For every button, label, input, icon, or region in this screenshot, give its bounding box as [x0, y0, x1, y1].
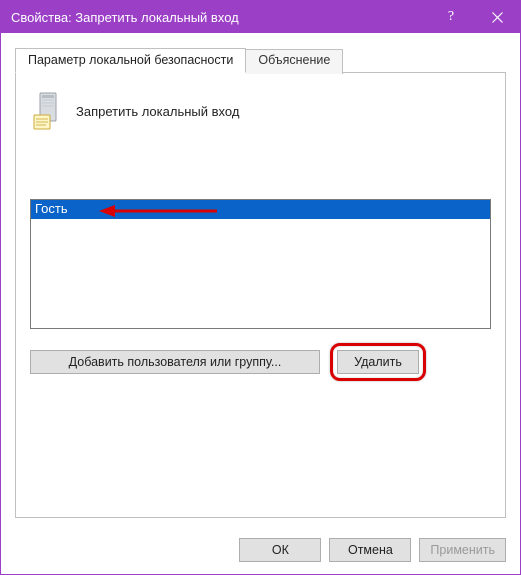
ok-button[interactable]: ОК: [239, 538, 321, 562]
users-listbox[interactable]: Гость: [30, 199, 491, 329]
list-item[interactable]: Гость: [31, 200, 490, 219]
dialog-buttons: ОК Отмена Применить: [1, 528, 520, 574]
policy-header: Запретить локальный вход: [30, 87, 491, 143]
properties-dialog: Свойства: Запретить локальный вход ? Пар…: [0, 0, 521, 575]
remove-button[interactable]: Удалить: [337, 350, 419, 374]
tab-explain[interactable]: Объяснение: [246, 49, 343, 74]
server-icon: [32, 91, 66, 131]
client-area: Параметр локальной безопасности Объяснен…: [1, 33, 520, 528]
window-title: Свойства: Запретить локальный вход: [11, 10, 428, 25]
policy-title: Запретить локальный вход: [76, 104, 239, 119]
tab-security[interactable]: Параметр локальной безопасности: [15, 48, 246, 73]
titlebar[interactable]: Свойства: Запретить локальный вход ?: [1, 1, 520, 33]
annotation-highlight: Удалить: [330, 343, 426, 381]
close-icon: [492, 12, 503, 23]
tab-panel-security: Запретить локальный вход Гость Добавить …: [15, 72, 506, 518]
tabstrip: Параметр локальной безопасности Объяснен…: [15, 48, 506, 73]
close-button[interactable]: [474, 1, 520, 33]
cancel-button[interactable]: Отмена: [329, 538, 411, 562]
list-buttons-row: Добавить пользователя или группу... Удал…: [30, 343, 491, 381]
help-button[interactable]: ?: [428, 1, 474, 33]
apply-button[interactable]: Применить: [419, 538, 506, 562]
add-user-button[interactable]: Добавить пользователя или группу...: [30, 350, 320, 374]
